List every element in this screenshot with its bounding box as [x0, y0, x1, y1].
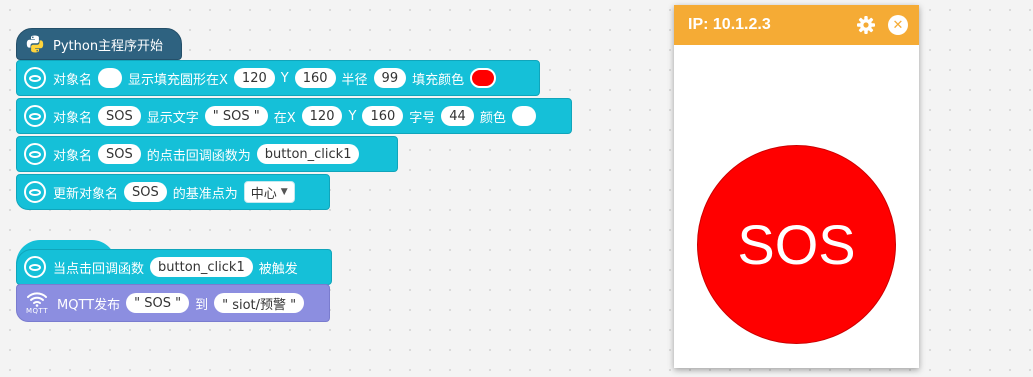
- object-name-input[interactable]: SOS: [98, 106, 141, 126]
- wifi-icon: [27, 292, 47, 307]
- show-text-label: 显示文字: [146, 110, 199, 126]
- x-input[interactable]: 120: [233, 68, 275, 88]
- fill-circle-block[interactable]: 对象名 显示填充圆形在X 120 Y 160 半径 99 填充颜色: [16, 60, 540, 96]
- mqtt-publish-block[interactable]: MQTT MQTT发布 " SOS " 到 " siot/预警 ": [16, 284, 330, 322]
- callback-function-input[interactable]: button_click1: [150, 257, 253, 277]
- object-name-input[interactable]: SOS: [98, 144, 141, 164]
- y-input[interactable]: 160: [362, 106, 404, 126]
- x-label: 在X: [273, 110, 296, 126]
- display-icon: [23, 66, 47, 90]
- click-event-hat-block[interactable]: 当点击回调函数 button_click1 被触发: [16, 249, 332, 285]
- close-icon: ✕: [888, 15, 908, 35]
- color-label: 颜色: [479, 110, 506, 126]
- display-icon: [23, 142, 47, 166]
- chevron-down-icon: ▼: [280, 187, 288, 197]
- anchor-label: 的基准点为: [172, 186, 238, 202]
- font-size-input[interactable]: 44: [441, 106, 474, 126]
- to-label: 到: [195, 297, 209, 313]
- radius-input[interactable]: 99: [373, 68, 407, 88]
- gear-icon: [857, 16, 875, 34]
- display-icon: [23, 104, 47, 128]
- text-value-input[interactable]: " SOS ": [204, 106, 268, 126]
- radius-label: 半径: [341, 72, 368, 88]
- object-name-label: 对象名: [53, 148, 93, 164]
- mqtt-icon-group: MQTT: [23, 291, 51, 315]
- anchor-dropdown[interactable]: 中心 ▼: [243, 181, 295, 203]
- object-name-label: 对象名: [53, 72, 93, 88]
- mqtt-publish-label: MQTT发布: [57, 297, 121, 313]
- y-input[interactable]: 160: [294, 68, 336, 88]
- mqtt-icon-label: MQTT: [26, 307, 48, 315]
- click-callback-block[interactable]: 对象名 SOS 的点击回调函数为 button_click1: [16, 136, 398, 172]
- settings-button[interactable]: [855, 14, 877, 36]
- topic-input[interactable]: " siot/预警 ": [214, 293, 305, 313]
- show-text-block[interactable]: 对象名 SOS 显示文字 " SOS " 在X 120 Y 160 字号 44 …: [16, 98, 572, 134]
- panel-title: IP: 10.1.2.3: [688, 16, 771, 33]
- sos-button-text: SOS: [737, 213, 856, 276]
- fill-circle-label: 显示填充圆形在X: [128, 72, 228, 88]
- text-color-picker[interactable]: [511, 106, 536, 126]
- fill-color-picker[interactable]: [470, 68, 497, 88]
- anchor-value: 中心: [250, 186, 277, 202]
- click-callback-label: 的点击回调函数为: [146, 148, 251, 164]
- x-input[interactable]: 120: [301, 106, 343, 126]
- panel-header[interactable]: IP: 10.1.2.3 ✕: [674, 5, 919, 45]
- event-label: 当点击回调函数: [53, 261, 145, 277]
- message-input[interactable]: " SOS ": [126, 293, 190, 313]
- object-name-input[interactable]: [98, 68, 123, 88]
- python-start-block[interactable]: Python主程序开始: [16, 28, 182, 60]
- close-button[interactable]: ✕: [887, 14, 909, 36]
- python-start-label: Python主程序开始: [53, 38, 164, 54]
- font-size-label: 字号: [409, 110, 436, 126]
- y-label: Y: [280, 70, 289, 86]
- device-preview-panel: IP: 10.1.2.3 ✕ SOS: [674, 5, 919, 368]
- display-icon: [23, 180, 47, 204]
- object-name-input[interactable]: SOS: [124, 182, 167, 202]
- python-icon: [23, 32, 47, 56]
- fill-color-label: 填充颜色: [412, 72, 465, 88]
- event-triggered-label: 被触发: [258, 261, 298, 277]
- y-label: Y: [348, 108, 357, 124]
- update-object-label: 更新对象名: [53, 186, 119, 202]
- callback-function-input[interactable]: button_click1: [256, 144, 360, 164]
- sos-button-circle[interactable]: SOS: [697, 145, 896, 344]
- object-name-label: 对象名: [53, 110, 93, 126]
- update-anchor-block[interactable]: 更新对象名 SOS 的基准点为 中心 ▼: [16, 174, 330, 210]
- display-icon: [23, 255, 47, 279]
